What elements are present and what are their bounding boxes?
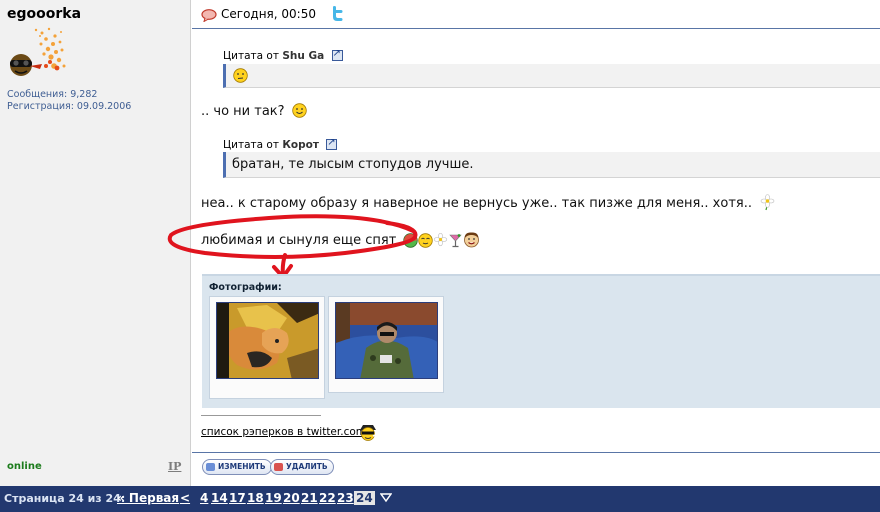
speech-bubble-icon xyxy=(201,9,217,22)
signature-link[interactable]: список рэперков в twitter.com xyxy=(201,426,366,438)
post-header: Сегодня, 00:50 xyxy=(192,0,880,29)
page-link[interactable]: 19 xyxy=(265,491,282,505)
photo-thumbnail[interactable] xyxy=(328,296,444,393)
cocktail-icon xyxy=(449,234,463,248)
flower-icon xyxy=(760,194,775,211)
view-post-icon[interactable] xyxy=(326,137,338,150)
current-page: 24 xyxy=(354,491,375,505)
post-date: Сегодня, 00:50 xyxy=(221,7,316,21)
attached-photos: Фотографии: xyxy=(202,274,880,408)
page-link[interactable]: 4 xyxy=(200,491,208,505)
quote-prefix: Цитата от xyxy=(223,139,279,151)
page-link[interactable]: 23 xyxy=(337,491,354,505)
quote-box xyxy=(223,64,880,88)
registration-date: Регистрация: 09.09.2006 xyxy=(7,101,132,112)
page-link[interactable]: 20 xyxy=(283,491,300,505)
twitter-icon[interactable] xyxy=(330,6,344,22)
view-post-icon[interactable] xyxy=(331,48,343,61)
page-link[interactable]: 14 xyxy=(211,491,228,505)
page-link[interactable]: 22 xyxy=(319,491,336,505)
quote-author: Корот xyxy=(282,139,319,151)
quote-header: Цитата от Shu Ga xyxy=(223,48,343,62)
edit-button[interactable]: ИЗМЕНИТЬ xyxy=(202,459,272,475)
pager-menu-icon[interactable] xyxy=(380,493,392,503)
username-link[interactable]: egooorka xyxy=(7,6,81,22)
photos-title: Фотографии: xyxy=(209,282,282,293)
online-status: online xyxy=(7,461,42,472)
smiley-icon xyxy=(291,103,307,118)
post-text: неа.. к старому образу я наверное не вер… xyxy=(201,194,776,211)
pagination-label: Страница 24 из 24: xyxy=(4,492,126,505)
delete-icon xyxy=(274,463,283,471)
flower-icon xyxy=(434,232,448,247)
signature-smiley-icon xyxy=(360,425,379,441)
post-text-line: .. чо ни так? xyxy=(201,104,285,119)
delete-button-label: УДАЛИТЬ xyxy=(286,462,328,471)
edit-button-label: ИЗМЕНИТЬ xyxy=(218,462,266,471)
ip-link[interactable]: IP xyxy=(168,460,181,473)
annotation-drawing xyxy=(167,214,418,279)
smiley-icon xyxy=(233,68,248,83)
prev-page-link[interactable]: < xyxy=(180,491,190,505)
pagination-bar: Страница 24 из 24: « Первая < 4 14 17 18… xyxy=(0,486,880,512)
posts-count: Сообщения: 9,282 xyxy=(7,89,98,100)
photo-cat-image xyxy=(216,302,319,379)
user-stats: Сообщения: 9,282 Регистрация: 09.09.2006 xyxy=(7,89,131,113)
edit-icon xyxy=(206,463,215,471)
quote-text: братан, те лысым стопудов лучше. xyxy=(232,157,474,172)
quote-author: Shu Ga xyxy=(282,50,325,62)
smiley-icon xyxy=(464,232,480,248)
signature-divider xyxy=(201,415,321,416)
user-panel: egooorka Сообщения: 9,282 Регистрация: 0… xyxy=(0,0,191,486)
post-text: .. чо ни так? xyxy=(201,103,307,119)
first-page-link[interactable]: « Первая xyxy=(117,491,179,505)
photo-man-image xyxy=(335,302,438,379)
post-footer-divider xyxy=(192,452,880,453)
quote-header: Цитата от Корот xyxy=(223,137,338,151)
delete-button[interactable]: УДАЛИТЬ xyxy=(270,459,334,475)
photo-thumbnail[interactable] xyxy=(209,296,325,399)
post-text-line: неа.. к старому образу я наверное не вер… xyxy=(201,196,752,211)
page-link[interactable]: 18 xyxy=(247,491,264,505)
page-link[interactable]: 21 xyxy=(301,491,318,505)
quote-prefix: Цитата от xyxy=(223,50,279,62)
page-link[interactable]: 17 xyxy=(229,491,246,505)
quote-box: братан, те лысым стопудов лучше. xyxy=(223,152,880,178)
avatar[interactable] xyxy=(6,24,68,79)
